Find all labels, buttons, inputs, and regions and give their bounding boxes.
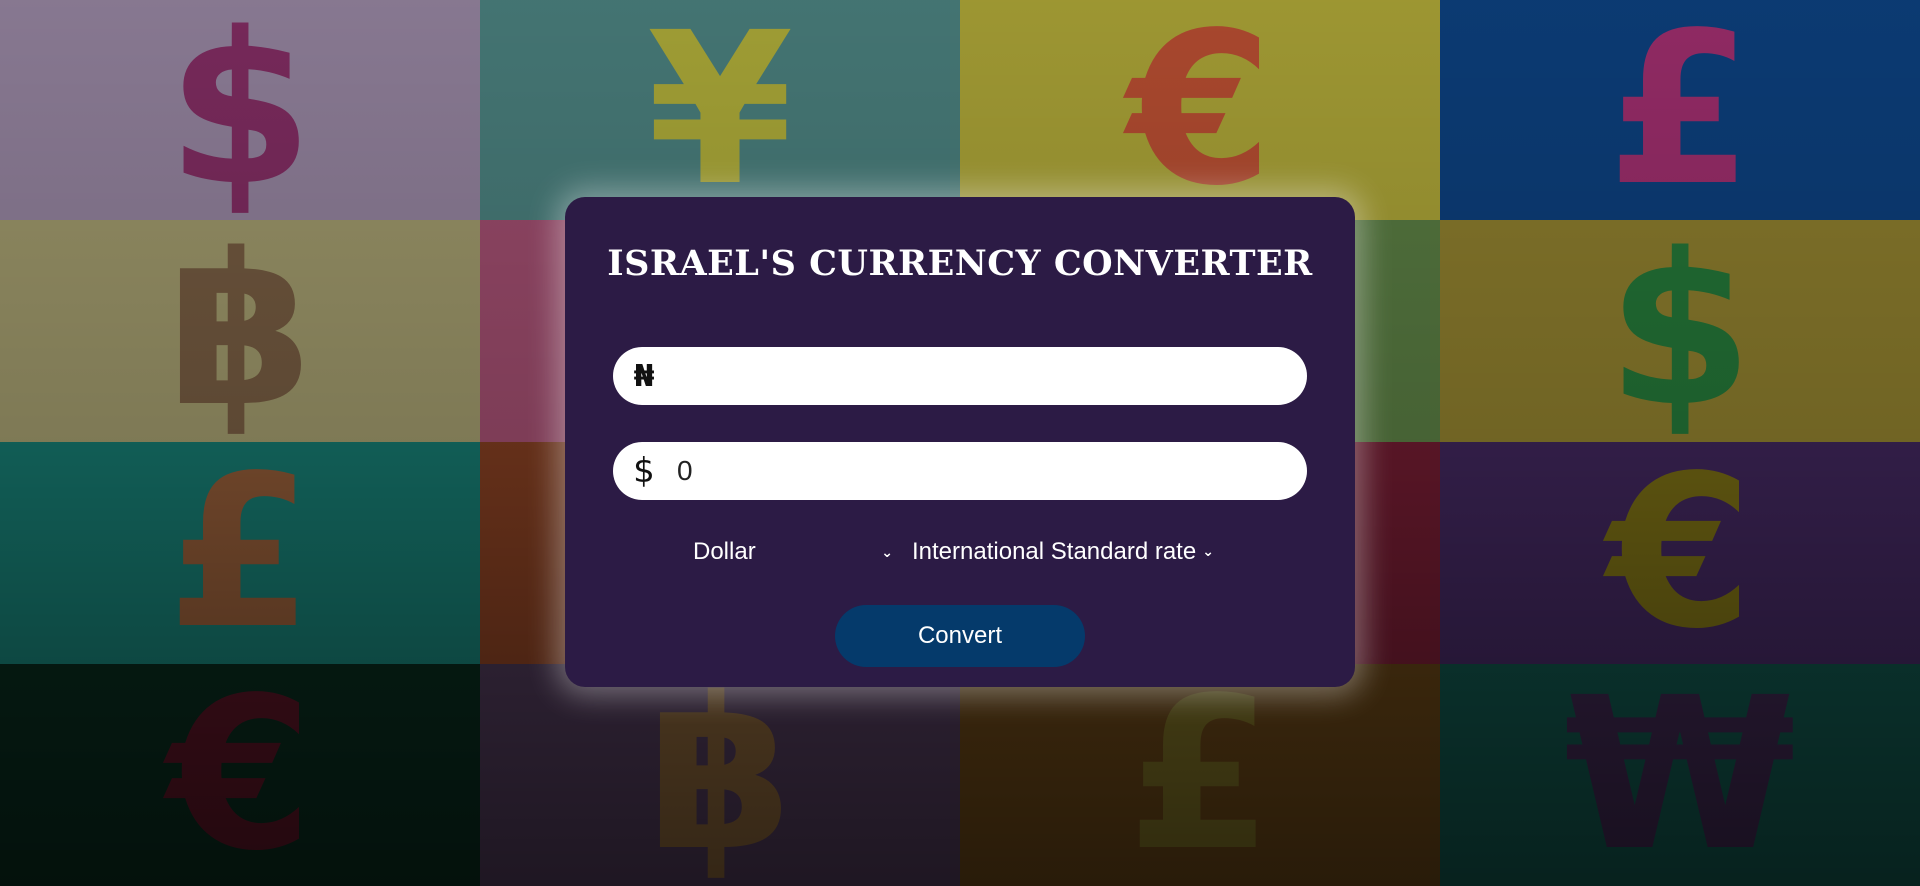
naira-amount-input[interactable]	[677, 351, 1277, 401]
background-tile: €	[1440, 442, 1920, 664]
chevron-down-icon: ⌄	[881, 545, 893, 561]
currency-symbol-icon: €	[166, 664, 314, 886]
currency-symbol-icon: $	[166, 0, 314, 220]
currency-select-value: Dollar	[693, 538, 756, 565]
dollar-symbol-icon: $	[633, 451, 655, 491]
currency-symbol-icon: £	[1126, 664, 1274, 886]
rate-select-value: International Standard rate	[912, 538, 1197, 565]
page-title: ISRAEL'S CURRENCY CONVERTER	[607, 243, 1313, 284]
background-tile: €	[960, 0, 1440, 220]
background-tile: €	[0, 664, 480, 886]
naira-amount-field[interactable]: ₦	[613, 347, 1307, 405]
currency-symbol-icon: £	[166, 442, 314, 664]
currency-symbol-icon: €	[1126, 0, 1274, 220]
rate-select[interactable]: International Standard rate ⌄	[912, 537, 1232, 567]
background-tile: ฿	[480, 664, 960, 886]
dollar-amount-input[interactable]	[677, 446, 1277, 496]
convert-button[interactable]: Convert	[835, 605, 1085, 667]
background-tile: ₩	[1440, 664, 1920, 886]
background-tile: £	[960, 664, 1440, 886]
naira-symbol-icon: ₦	[633, 358, 655, 394]
currency-symbol-icon: ₩	[1564, 664, 1796, 886]
converter-card: ISRAEL'S CURRENCY CONVERTER ₦ $ Dollar ⌄…	[565, 197, 1355, 687]
currency-symbol-icon: £	[1606, 0, 1754, 220]
background-tile: £	[0, 442, 480, 664]
currency-symbol-icon: ฿	[166, 220, 314, 442]
chevron-down-icon: ⌄	[1202, 544, 1214, 560]
currency-symbol-icon: $	[1606, 220, 1754, 442]
currency-symbol-icon: €	[1606, 442, 1754, 664]
currency-symbol-icon: ¥	[646, 0, 794, 220]
dollar-amount-field[interactable]: $	[613, 442, 1307, 500]
background-tile: ¥	[480, 0, 960, 220]
background-tile: ฿	[0, 220, 480, 442]
currency-select[interactable]: Dollar ⌄	[693, 537, 893, 567]
background-tile: $	[1440, 220, 1920, 442]
background-tile: $	[0, 0, 480, 220]
background-tile: £	[1440, 0, 1920, 220]
currency-symbol-icon: ฿	[646, 664, 794, 886]
